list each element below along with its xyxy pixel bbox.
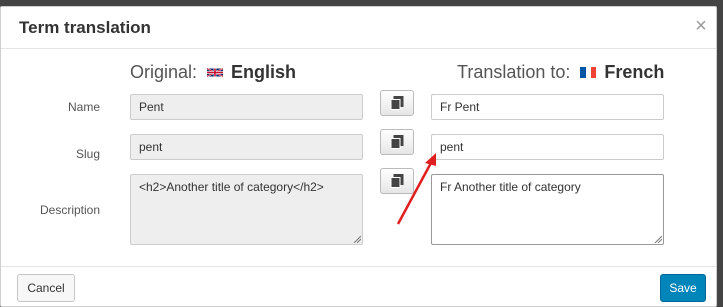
copy-icon	[390, 174, 404, 188]
original-description-text: <h2>Another title of category</h2>	[139, 180, 324, 194]
translation-description-text: Fr Another title of category	[440, 180, 581, 194]
copy-slug-button[interactable]	[380, 129, 414, 155]
save-button[interactable]: Save	[660, 274, 706, 302]
resize-handle-icon[interactable]	[353, 235, 361, 243]
dialog-title: Term translation	[19, 18, 151, 37]
original-language: English	[231, 62, 297, 82]
dialog-footer: Cancel Save	[1, 266, 716, 307]
translation-description-textarea[interactable]: Fr Another title of category	[431, 174, 664, 245]
uk-flag-icon	[207, 67, 224, 78]
translation-heading: Translation to: French	[457, 62, 664, 83]
translation-slug-input[interactable]: pent	[431, 134, 664, 160]
copy-icon	[390, 96, 404, 110]
translation-language: French	[604, 62, 665, 82]
translation-name-input[interactable]: Fr Pent	[431, 94, 664, 120]
original-heading: Original: English	[130, 62, 296, 83]
term-translation-dialog: Term translation × Original: English Tra…	[0, 6, 717, 307]
description-label: Description	[40, 203, 101, 217]
original-prefix: Original:	[130, 62, 198, 82]
name-label: Name	[67, 100, 100, 114]
original-slug-field: pent	[130, 134, 363, 160]
copy-description-button[interactable]	[380, 168, 414, 194]
slug-label: Slug	[75, 147, 100, 161]
original-name-field: Pent	[130, 94, 363, 120]
translation-prefix: Translation to:	[457, 62, 571, 82]
dialog-header: Term translation ×	[1, 7, 716, 49]
close-icon[interactable]: ×	[692, 16, 710, 36]
copy-name-button[interactable]	[380, 90, 414, 116]
resize-handle-icon[interactable]	[654, 235, 662, 243]
copy-icon	[390, 135, 404, 149]
france-flag-icon	[580, 67, 597, 78]
original-description-field: <h2>Another title of category</h2>	[130, 174, 363, 245]
cancel-button[interactable]: Cancel	[17, 274, 75, 302]
